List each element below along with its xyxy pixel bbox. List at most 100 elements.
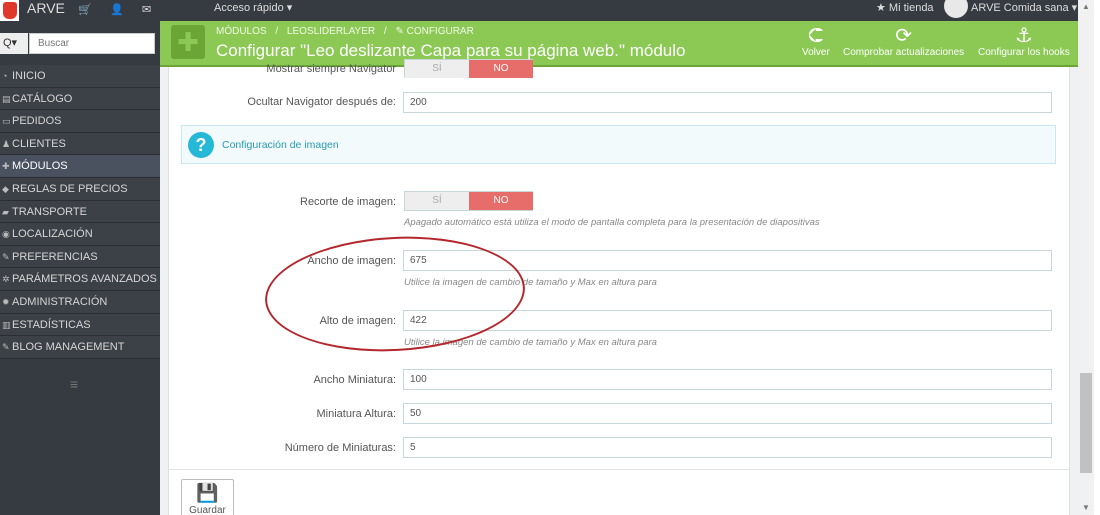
window-edge: [1094, 0, 1100, 515]
sidebar-item-inicio[interactable]: ◔ INICIO: [0, 65, 160, 88]
search-type-button[interactable]: Q▾: [0, 33, 28, 54]
save-button-label: Guardar: [189, 505, 226, 515]
truck-icon: ▰: [2, 206, 9, 217]
gear-icon: ✹: [2, 296, 10, 307]
hide-navigator-label: Ocultar Navigator después de:: [247, 96, 396, 108]
shop-name[interactable]: ARVE: [27, 0, 65, 16]
hooks-button-label: Configurar los hooks: [978, 47, 1070, 58]
sidebar-item-label: TRANSPORTE: [12, 205, 87, 218]
sidebar-item-label: MÓDULOS: [12, 160, 68, 173]
image-width-help: Utilice la imagen de cambio de tamaño y …: [404, 277, 657, 288]
sidebar-item-localizacion[interactable]: ◉ LOCALIZACIÓN: [0, 223, 160, 246]
sidebar-item-estadisticas[interactable]: ▥ESTADÍSTICAS: [0, 313, 160, 337]
help-icon: ?: [188, 132, 214, 158]
thumb-height-label: Miniatura Altura:: [316, 408, 396, 420]
sidebar-item-transporte[interactable]: ▰ TRANSPORTE: [0, 200, 160, 224]
sidebar-item-label: CATÁLOGO: [12, 92, 73, 105]
sidebar-item-label: PEDIDOS: [12, 115, 62, 128]
search-bar: Q▾: [0, 33, 155, 54]
sidebar-item-label: LOCALIZACIÓN: [12, 228, 93, 241]
thumb-width-label: Ancho Miniatura:: [313, 374, 396, 386]
sidebar-item-label: INICIO: [12, 70, 46, 82]
sidebar-item-label: REGLAS DE PRECIOS: [12, 182, 128, 195]
puzzle-icon: ✚: [171, 25, 205, 59]
check-updates-button[interactable]: ⟳ Comprobar actualizaciones: [843, 25, 964, 58]
thumb-height-input[interactable]: [403, 403, 1052, 424]
image-crop-label: Recorte de imagen:: [300, 196, 396, 208]
top-bar: ARVE 🛒 👤 ✉ Acceso rápido ▾ ★ Mi tienda A…: [0, 0, 1078, 21]
back-button-label: Volver: [802, 47, 830, 58]
image-config-section: ? Configuración de imagen: [181, 125, 1056, 164]
sidebar-item-label: CLIENTES: [12, 137, 66, 150]
chart-icon: ◔: [2, 71, 8, 81]
scroll-up-icon[interactable]: ▲: [1082, 2, 1090, 11]
image-width-label: Ancho de imagen:: [307, 255, 396, 267]
sidebar-item-clientes[interactable]: ♟ CLIENTES: [0, 132, 160, 156]
hide-navigator-input[interactable]: [403, 92, 1052, 113]
toggle-yes[interactable]: SÍ: [405, 192, 469, 210]
scroll-down-icon[interactable]: ▼: [1082, 503, 1090, 512]
sidebar-item-blog-management[interactable]: ✎ BLOG MANAGEMENT: [0, 336, 160, 359]
sidebar: Q▾ ◔ INICIO ▤CATÁLOGO ▭PEDIDOS ♟CLIENTES …: [0, 21, 160, 515]
thumb-count-label: Número de Miniaturas:: [284, 442, 396, 454]
sidebar-item-modulos[interactable]: ✚ MÓDULOS: [0, 155, 160, 178]
sidebar-item-catalogo[interactable]: ▤CATÁLOGO: [0, 87, 160, 111]
navigator-always-toggle[interactable]: SÍ NO: [404, 59, 533, 78]
menu-collapse-icon[interactable]: ≡: [70, 376, 78, 392]
breadcrumb-separator: /: [383, 26, 387, 37]
section-title: Configuración de imagen: [222, 139, 339, 151]
logo-icon[interactable]: [0, 0, 19, 21]
check-updates-label: Comprobar actualizaciones: [843, 47, 965, 58]
toggle-no[interactable]: NO: [469, 60, 533, 78]
globe-icon: ◉: [2, 229, 10, 240]
thumb-width-input[interactable]: [403, 369, 1052, 390]
sidebar-menu: ◔ INICIO ▤CATÁLOGO ▭PEDIDOS ♟ CLIENTES ✚ MÓ…: [0, 65, 160, 359]
user-menu[interactable]: ARVE Comida sana ▾: [971, 1, 1077, 14]
image-width-input[interactable]: [403, 250, 1052, 271]
image-height-input[interactable]: [403, 310, 1052, 331]
sidebar-item-reglas-de-precios[interactable]: ◆ REGLAS DE PRECIOS: [0, 177, 160, 201]
sidebar-item-label: PREFERENCIAS: [12, 250, 98, 263]
quick-access-menu[interactable]: Acceso rápido ▾: [214, 1, 292, 14]
breadcrumb-separator: /: [275, 26, 279, 37]
sidebar-item-preferencias[interactable]: ✎ PREFERENCIAS: [0, 245, 160, 269]
floppy-disk-icon: 💾: [196, 483, 219, 503]
sidebar-item-label: ESTADÍSTICAS: [12, 318, 91, 331]
sidebar-item-parametros-avanzados[interactable]: ✲ PARÁMETROS AVANZADOS: [0, 268, 160, 291]
mail-icon[interactable]: ✉: [142, 3, 151, 16]
my-store-link[interactable]: ★ Mi tienda: [876, 1, 934, 14]
book-icon: ▤: [2, 93, 11, 104]
image-crop-help: Apagado automático está utiliza el modo …: [404, 217, 820, 228]
save-button[interactable]: 💾 Guardar: [181, 479, 234, 515]
hooks-button[interactable]: ⚓ Configurar los hooks: [978, 25, 1070, 58]
scrollbar[interactable]: ▲ ▼: [1078, 0, 1094, 515]
avatar[interactable]: [944, 0, 968, 18]
page-header: ✚ MÓDULOS / LEOSLIDERLAYER / ✎ CONFIGURA…: [160, 21, 1078, 65]
anchor-icon: ⚓: [1014, 25, 1033, 47]
sidebar-item-label: ADMINISTRACIÓN: [12, 295, 108, 308]
scrollbar-thumb[interactable]: [1080, 373, 1092, 473]
sidebar-item-administracion[interactable]: ✹ ADMINISTRACIÓN: [0, 290, 160, 314]
image-crop-toggle[interactable]: SÍ NO: [404, 191, 533, 211]
back-button[interactable]: ⮈ Volver: [802, 25, 830, 58]
breadcrumb-modulos[interactable]: MÓDULOS: [216, 26, 267, 37]
sidebar-item-label: PARÁMETROS AVANZADOS: [12, 273, 157, 286]
thumb-count-input[interactable]: [403, 437, 1052, 458]
search-input[interactable]: [29, 33, 155, 54]
bar-chart-icon: ▥: [2, 319, 11, 330]
toggle-yes[interactable]: SÍ: [405, 60, 469, 78]
cart-icon[interactable]: 🛒: [78, 3, 92, 16]
panel-footer-divider: [168, 469, 1070, 470]
sidebar-item-pedidos[interactable]: ▭PEDIDOS: [0, 110, 160, 133]
back-arrow-icon: ⮈: [808, 25, 824, 47]
toggle-no[interactable]: NO: [469, 192, 533, 210]
tag-icon: ◆: [2, 183, 9, 194]
user-icon[interactable]: 👤: [110, 3, 124, 16]
breadcrumb: MÓDULOS / LEOSLIDERLAYER / ✎ CONFIGURAR: [216, 26, 480, 37]
puzzle-icon: ✚: [2, 161, 10, 172]
credit-card-icon: ▭: [2, 116, 11, 127]
breadcrumb-module[interactable]: LEOSLIDERLAYER: [287, 26, 375, 37]
page-title: Configurar "Leo deslizante Capa para su …: [216, 41, 686, 60]
wrench-icon: ✎: [2, 251, 10, 262]
cogs-icon: ✲: [2, 274, 10, 285]
